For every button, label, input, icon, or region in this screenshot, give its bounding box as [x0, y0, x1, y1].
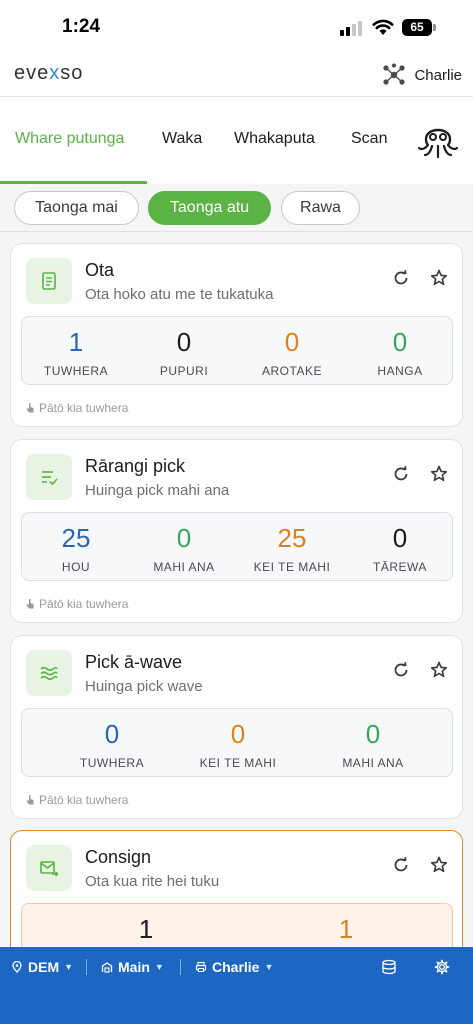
battery-tip	[433, 24, 436, 31]
card-title: Consign	[85, 847, 152, 867]
stat-kei-te-mahi[interactable]: 25 KEI TE MAHI	[238, 513, 346, 582]
card-ota[interactable]: Ota Ota hoko atu me te tukatuka 1 TUWHERA…	[10, 243, 463, 427]
star-icon[interactable]	[429, 464, 449, 484]
receipt-icon	[26, 258, 72, 304]
printer-selector[interactable]: Charlie ▼	[195, 959, 273, 975]
tab-scan[interactable]: Scan	[351, 130, 387, 148]
main-tabbar: Whare putunga Waka Whakaputa Scan	[0, 97, 473, 184]
chip-rawa[interactable]: Rawa	[281, 191, 360, 225]
battery-icon: 65	[402, 19, 432, 36]
network-icon	[383, 63, 406, 85]
stats-panel: 1 TUWHERA 0 PUPURI 0 AROTAKE 0 HANGA	[21, 316, 453, 385]
chip-taonga-atu[interactable]: Taonga atu	[148, 191, 271, 225]
tap-icon	[26, 795, 34, 805]
warehouse-selector[interactable]: Main ▼	[101, 959, 164, 975]
bottom-bar: DEM ▼ Main ▼ Charlie ▼	[0, 947, 473, 1024]
chip-taonga-mai[interactable]: Taonga mai	[14, 191, 139, 225]
card-subtitle: Ota kua rite hei tuku	[85, 873, 220, 890]
card-rarangi-pick[interactable]: Rārangi pick Huinga pick mahi ana 25 HOU …	[10, 439, 463, 623]
printer-icon	[195, 961, 207, 972]
user-menu-button[interactable]: Charlie	[382, 63, 462, 87]
stats-panel: 0 TUWHERA 0 KEI TE MAHI 0 MAHI ANA	[21, 708, 453, 777]
tab-whakaputa[interactable]: Whakaputa	[234, 130, 315, 148]
stat-hanga[interactable]: 0 HANGA	[346, 317, 454, 386]
card-title: Rārangi pick	[85, 456, 186, 476]
stat-tarewa[interactable]: 0 TĀREWA	[346, 513, 454, 582]
card-title: Ota	[85, 260, 115, 280]
refresh-icon[interactable]	[391, 660, 411, 680]
database-icon[interactable]	[381, 959, 397, 975]
status-bar: 1:24 65	[0, 0, 473, 56]
wifi-icon	[372, 19, 394, 35]
waves-icon	[26, 650, 72, 696]
stat-tuwhera[interactable]: 1 TUWHERA	[22, 317, 130, 386]
divider	[86, 959, 87, 975]
star-icon[interactable]	[429, 660, 449, 680]
tap-icon	[26, 599, 34, 609]
card-subtitle: Huinga pick wave	[85, 678, 203, 695]
card-footer: Pātō kia tuwhera	[25, 597, 128, 611]
user-name: Charlie	[414, 66, 462, 84]
card-footer: Pātō kia tuwhera	[25, 793, 128, 807]
location-selector[interactable]: DEM ▼	[11, 959, 73, 975]
stats-panel: 25 HOU 0 MAHI ANA 25 KEI TE MAHI 0 TĀREWA	[21, 512, 453, 581]
refresh-icon[interactable]	[391, 464, 411, 484]
star-icon[interactable]	[429, 855, 449, 875]
mail-send-icon	[26, 845, 72, 891]
tab-whare-putunga[interactable]: Whare putunga	[15, 130, 124, 148]
card-pick-a-wave[interactable]: Pick ā-wave Huinga pick wave 0 TUWHERA 0K…	[10, 635, 463, 819]
star-icon[interactable]	[429, 268, 449, 288]
app-header: evexso Charlie	[0, 56, 473, 97]
gear-icon[interactable]	[434, 959, 450, 975]
cellular-signal-icon	[340, 20, 366, 36]
stat-mahi-ana[interactable]: 0 MAHI ANA	[283, 709, 463, 778]
stat-mahi-ana[interactable]: 0 MAHI ANA	[130, 513, 238, 582]
stat-pupuri[interactable]: 0 PUPURI	[130, 317, 238, 386]
refresh-icon[interactable]	[391, 855, 411, 875]
location-pin-icon	[12, 961, 22, 973]
refresh-icon[interactable]	[391, 268, 411, 288]
card-title: Pick ā-wave	[85, 652, 183, 672]
status-time: 1:24	[62, 16, 101, 37]
card-footer: Pātō kia tuwhera	[25, 401, 128, 415]
warehouse-icon	[101, 962, 113, 973]
card-subtitle: Huinga pick mahi ana	[85, 482, 230, 499]
stat-arotake[interactable]: 0 AROTAKE	[238, 317, 346, 386]
app-logo: evexso	[14, 62, 84, 84]
tap-icon	[26, 403, 34, 413]
divider	[180, 959, 181, 975]
tab-waka[interactable]: Waka	[162, 130, 202, 148]
segment-chips: Taonga mai Taonga atu Rawa	[0, 184, 473, 232]
octopus-icon[interactable]	[417, 119, 459, 159]
stat-hou[interactable]: 25 HOU	[22, 513, 130, 582]
card-subtitle: Ota hoko atu me te tukatuka	[85, 286, 274, 303]
checklist-icon	[26, 454, 72, 500]
